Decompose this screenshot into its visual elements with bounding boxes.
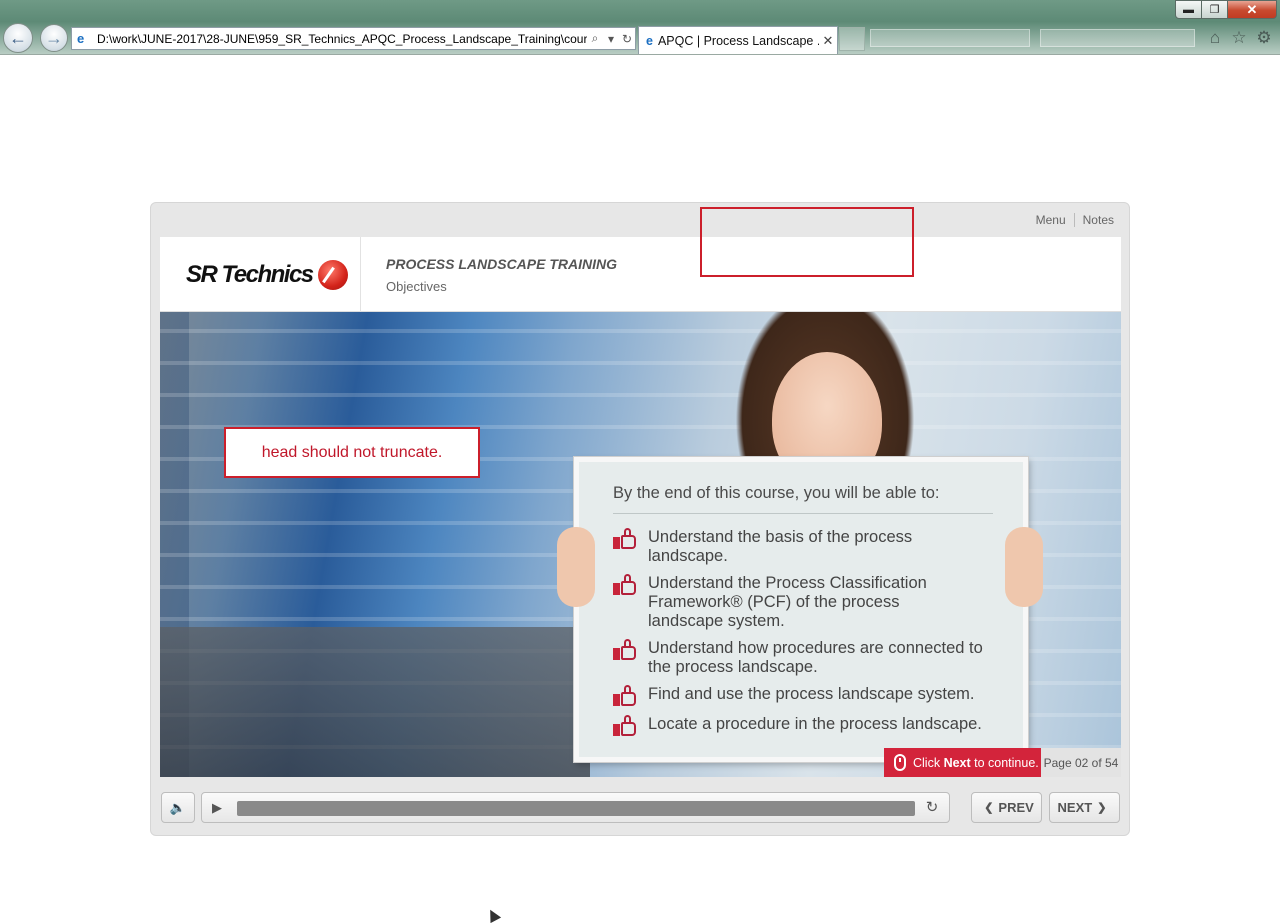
objective-text: Understand how procedures are connected … bbox=[648, 639, 983, 676]
objective-item: Understand the basis of the process land… bbox=[613, 528, 993, 566]
course-title: PROCESS LANDSCAPE TRAINING bbox=[386, 256, 618, 272]
dropdown-icon[interactable]: ▾ bbox=[603, 32, 619, 46]
media-bar: ▶ ↻ bbox=[201, 792, 950, 823]
menu-link[interactable]: Menu bbox=[1036, 213, 1075, 227]
toolbar-field[interactable] bbox=[870, 29, 1030, 47]
thumbs-up-icon bbox=[613, 528, 639, 550]
logo-mark-icon bbox=[317, 259, 348, 290]
objective-item: Understand the Process Classification Fr… bbox=[613, 574, 993, 631]
back-button[interactable]: ← bbox=[3, 23, 33, 53]
prev-button[interactable]: ❮ PREV bbox=[971, 792, 1042, 823]
prev-label: PREV bbox=[998, 800, 1034, 815]
address-text[interactable]: D:\work\JUNE-2017\28-JUNE\959_SR_Technic… bbox=[97, 32, 587, 46]
building-base bbox=[160, 627, 590, 777]
audio-button[interactable]: 🔈 bbox=[161, 792, 195, 823]
continue-prompt: Click Next to continue. bbox=[884, 748, 1041, 777]
board-heading: By the end of this course, you will be a… bbox=[613, 484, 993, 514]
thumbs-up-icon bbox=[613, 574, 639, 596]
notes-link[interactable]: Notes bbox=[1075, 213, 1114, 227]
logo-text: SR Technics bbox=[186, 260, 314, 288]
logo: SR Technics bbox=[160, 237, 361, 312]
next-label: NEXT bbox=[1057, 800, 1093, 815]
forward-arrow-icon: → bbox=[45, 27, 63, 48]
close-icon[interactable]: ✕ bbox=[819, 33, 837, 49]
annotation-note: head should not truncate. bbox=[224, 427, 480, 478]
objective-item: Find and use the process landscape syste… bbox=[613, 685, 993, 707]
tab-active[interactable]: e APQC | Process Landscape ... ✕ bbox=[638, 26, 838, 54]
thumbs-up-icon bbox=[613, 639, 639, 661]
ie-icon: e bbox=[77, 31, 85, 46]
forward-button[interactable]: → bbox=[40, 24, 68, 52]
presenter-right-hand bbox=[1005, 527, 1043, 607]
star-icon[interactable]: ☆ bbox=[1229, 28, 1249, 48]
next-button[interactable]: NEXT ❯ bbox=[1049, 792, 1120, 823]
background-photo: By the end of this course, you will be a… bbox=[160, 312, 1121, 777]
objective-text: Find and use the process landscape syste… bbox=[648, 685, 975, 703]
objective-text: Understand the basis of the process land… bbox=[648, 528, 913, 565]
course-stage: By the end of this course, you will be a… bbox=[160, 237, 1121, 777]
chevron-right-icon: ❯ bbox=[1097, 802, 1107, 814]
browser-chrome: ← → e D:\work\JUNE-2017\28-JUNE\959_SR_T… bbox=[0, 0, 1280, 55]
objective-item: Understand how procedures are connected … bbox=[613, 639, 993, 677]
course-header: SR Technics PROCESS LANDSCAPE TRAINING O… bbox=[160, 237, 1121, 312]
objective-item: Locate a procedure in the process landsc… bbox=[613, 715, 993, 737]
minimize-button[interactable]: ▬ bbox=[1175, 0, 1202, 19]
top-links: Menu Notes bbox=[1036, 213, 1114, 227]
search-field[interactable] bbox=[1040, 29, 1195, 47]
ie-icon: e bbox=[646, 33, 653, 48]
objectives-board: By the end of this course, you will be a… bbox=[574, 457, 1028, 762]
window-close-button[interactable]: ✕ bbox=[1227, 0, 1277, 19]
continue-text: Click Next to continue. bbox=[913, 755, 1039, 770]
maximize-button[interactable]: ❐ bbox=[1201, 0, 1228, 19]
annotation-highlight-box bbox=[700, 207, 914, 277]
progress-bar[interactable] bbox=[237, 801, 915, 816]
objective-text: Locate a procedure in the process landsc… bbox=[648, 715, 982, 733]
address-bar[interactable]: e D:\work\JUNE-2017\28-JUNE\959_SR_Techn… bbox=[71, 27, 636, 50]
thumbs-up-icon bbox=[613, 715, 639, 737]
play-icon[interactable]: ▶ bbox=[212, 800, 226, 816]
mouse-icon bbox=[894, 754, 906, 771]
replay-icon[interactable]: ↻ bbox=[923, 799, 941, 817]
thumbs-up-icon bbox=[613, 685, 639, 707]
chevron-left-icon: ❮ bbox=[984, 802, 994, 814]
home-icon[interactable]: ⌂ bbox=[1205, 28, 1225, 48]
page-subtitle: Objectives bbox=[386, 279, 447, 294]
speaker-icon: 🔈 bbox=[169, 799, 187, 815]
back-arrow-icon: ← bbox=[9, 27, 27, 48]
objective-text: Understand the Process Classification Fr… bbox=[648, 574, 927, 630]
course-player: Menu Notes By the end of this course, yo… bbox=[150, 202, 1130, 836]
gear-icon[interactable]: ⚙ bbox=[1254, 28, 1274, 48]
presenter-left-hand bbox=[557, 527, 595, 607]
tab-title: APQC | Process Landscape ... bbox=[657, 33, 819, 48]
page-indicator: Page 02 of 54 bbox=[1041, 748, 1121, 777]
search-icon[interactable]: ⌕ bbox=[587, 31, 603, 46]
refresh-icon[interactable]: ↻ bbox=[619, 32, 635, 46]
new-tab-button[interactable] bbox=[839, 27, 865, 51]
